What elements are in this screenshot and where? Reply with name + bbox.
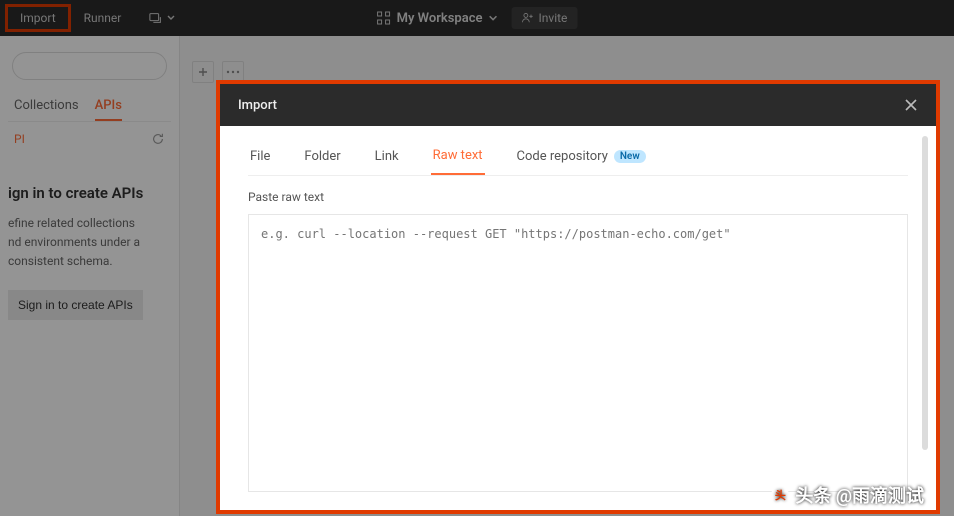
- workspace-label: My Workspace: [397, 11, 483, 26]
- apis-row-label: PI: [14, 132, 25, 146]
- plus-icon: [197, 66, 209, 78]
- dots-icon: [226, 70, 240, 74]
- desc-line: consistent schema.: [8, 252, 171, 271]
- tab-link[interactable]: Link: [373, 144, 401, 175]
- watermark-text: 头条 @雨滴测试: [795, 482, 924, 508]
- raw-text-input[interactable]: [248, 214, 908, 492]
- modal-body: File Folder Link Raw text Code repositor…: [220, 126, 936, 510]
- watermark-icon: 头: [771, 486, 789, 504]
- header-center-group: My Workspace Invite: [377, 7, 578, 29]
- tab-repo-label: Code repository: [517, 149, 608, 164]
- tab-file[interactable]: File: [248, 144, 272, 175]
- new-badge: New: [614, 150, 646, 163]
- filter-input[interactable]: [12, 52, 167, 80]
- apis-row: PI: [8, 122, 171, 156]
- invite-button[interactable]: Invite: [512, 7, 578, 29]
- modal-scrollbar[interactable]: [922, 136, 928, 450]
- invite-label: Invite: [539, 11, 568, 25]
- modal-header: Import: [220, 84, 936, 126]
- signin-description: efine related collections nd environment…: [8, 214, 171, 272]
- close-icon: [904, 98, 918, 112]
- import-modal: Import File Folder Link Raw text Code re…: [220, 84, 936, 510]
- new-window-icon: [149, 11, 163, 25]
- tab-folder[interactable]: Folder: [302, 144, 342, 175]
- tab-apis[interactable]: APIs: [95, 92, 122, 121]
- sidebar-tabs: Collections APIs: [8, 92, 171, 122]
- runner-button[interactable]: Runner: [72, 7, 134, 29]
- new-window-button[interactable]: [137, 7, 187, 29]
- sidebar: Collections APIs PI ign in to create API…: [0, 36, 180, 516]
- desc-line: nd environments under a: [8, 233, 171, 252]
- refresh-button[interactable]: [151, 132, 165, 146]
- chevron-down-icon: [489, 14, 498, 23]
- invite-icon: [522, 12, 534, 24]
- desc-line: efine related collections: [8, 214, 171, 233]
- import-button[interactable]: Import: [8, 7, 68, 29]
- grid-icon: [377, 11, 391, 25]
- import-tabs: File Folder Link Raw text Code repositor…: [248, 144, 908, 176]
- signin-heading: ign in to create APIs: [8, 184, 171, 202]
- tab-code-repository[interactable]: Code repository New: [515, 144, 648, 175]
- watermark: 头 头条 @雨滴测试: [771, 482, 924, 508]
- tab-options-button[interactable]: [222, 61, 244, 83]
- refresh-icon: [151, 132, 165, 146]
- header-left-group: Import Runner: [8, 7, 187, 29]
- tab-collections[interactable]: Collections: [14, 92, 79, 121]
- workspace-selector[interactable]: My Workspace: [377, 11, 498, 26]
- modal-title: Import: [238, 98, 277, 113]
- app-header: Import Runner My Workspace Invite: [0, 0, 954, 36]
- signin-button[interactable]: Sign in to create APIs: [8, 290, 143, 320]
- paste-label: Paste raw text: [248, 190, 908, 204]
- add-tab-button[interactable]: [192, 61, 214, 83]
- chevron-down-icon: [167, 14, 175, 22]
- tab-raw-text[interactable]: Raw text: [431, 144, 485, 175]
- close-button[interactable]: [904, 98, 918, 112]
